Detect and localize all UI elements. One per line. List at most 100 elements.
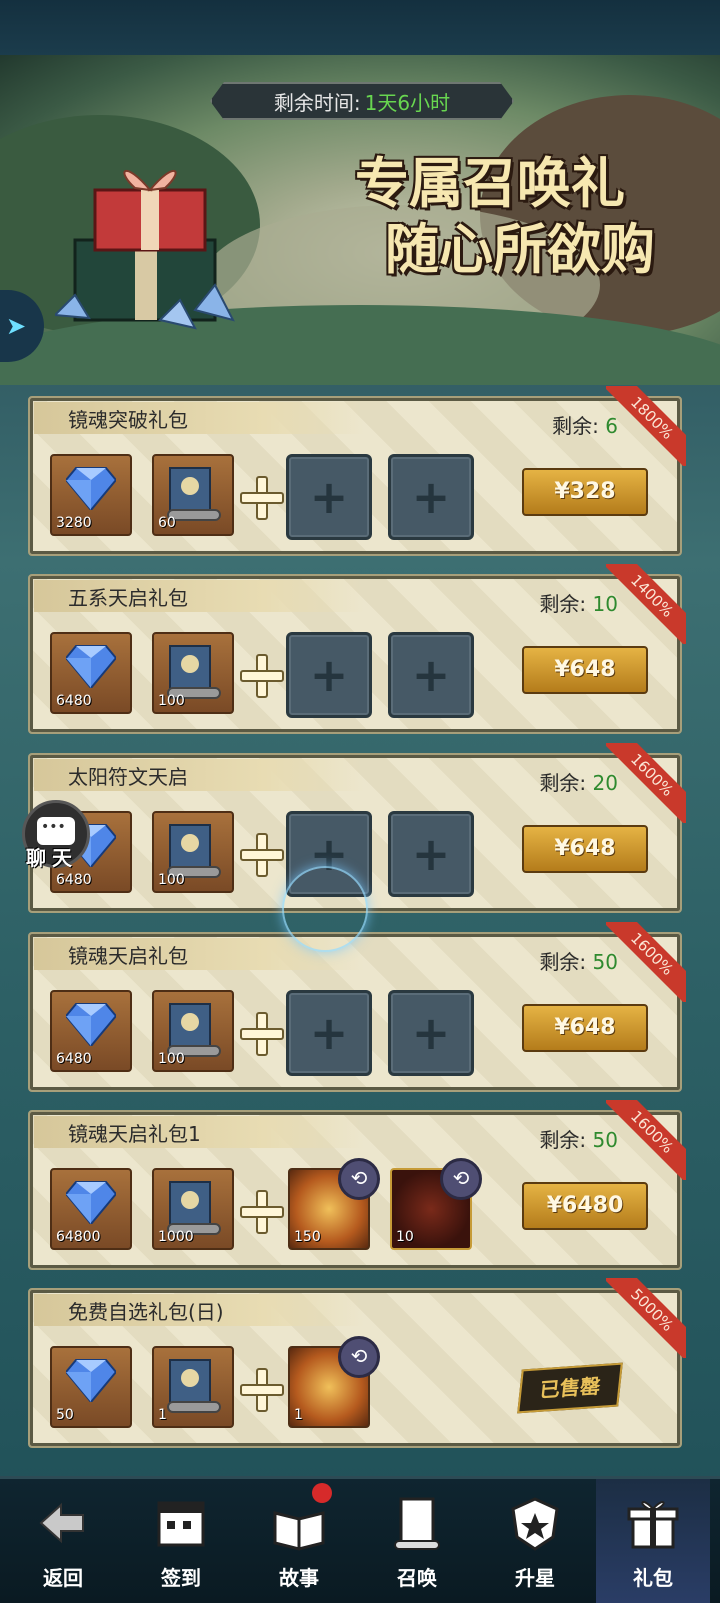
plus-icon bbox=[240, 1012, 284, 1056]
timer-label: 剩余时间: bbox=[273, 90, 361, 115]
chat-bubble-icon bbox=[37, 817, 75, 845]
nav-item-story[interactable]: 故事 bbox=[242, 1479, 356, 1603]
timer-value: 1天6小时 bbox=[364, 90, 451, 115]
sold-out-badge: 已售罄 bbox=[517, 1362, 623, 1414]
nav-item-upgrade[interactable]: 升星 bbox=[478, 1479, 592, 1603]
hero-item[interactable]: ⟲ 10 bbox=[390, 1158, 482, 1250]
touch-indicator bbox=[282, 866, 368, 952]
scroll-item[interactable]: 100 bbox=[152, 811, 234, 893]
pack-name: 镜魂突破礼包 bbox=[68, 408, 188, 432]
scroll-item[interactable]: 60 bbox=[152, 454, 234, 536]
price-button[interactable]: ¥648 bbox=[522, 1004, 648, 1052]
nav-label: 返回 bbox=[43, 1566, 83, 1590]
bonus-ribbon: 5000% bbox=[606, 1278, 686, 1358]
plus-icon bbox=[240, 654, 284, 698]
diamond-item[interactable]: 50 bbox=[50, 1346, 132, 1428]
item-count: 100 bbox=[158, 693, 185, 709]
nav-label: 礼包 bbox=[633, 1566, 673, 1590]
remain-label: 剩余: bbox=[552, 414, 599, 438]
scroll-item[interactable]: 100 bbox=[152, 632, 234, 714]
banner-title: 专属召唤礼 随心所欲购 bbox=[290, 150, 690, 282]
item-count: 64800 bbox=[56, 1229, 101, 1245]
price-button[interactable]: ¥648 bbox=[522, 646, 648, 694]
select-slot[interactable]: + bbox=[388, 811, 474, 897]
add-icon: + bbox=[309, 648, 349, 702]
remain-label: 剩余: bbox=[539, 950, 587, 974]
remain-label: 剩余: bbox=[539, 592, 587, 616]
item-count: 6480 bbox=[56, 693, 92, 709]
diamond-item[interactable]: 3280 bbox=[50, 454, 132, 536]
hero-item[interactable]: ⟲ 1 bbox=[288, 1336, 380, 1428]
expand-arrow-icon: ➤ bbox=[6, 312, 27, 340]
add-icon: + bbox=[309, 1006, 349, 1060]
bonus-percent: 1400% bbox=[606, 564, 686, 644]
nav-item-back[interactable]: 返回 bbox=[6, 1479, 120, 1603]
price-button[interactable]: ¥328 bbox=[522, 468, 648, 516]
scroll-item[interactable]: 1 bbox=[152, 1346, 234, 1428]
bonus-percent: 5000% bbox=[606, 1278, 686, 1358]
item-count: 100 bbox=[158, 1051, 185, 1067]
top-frame bbox=[0, 0, 720, 60]
price-button[interactable]: ¥6480 bbox=[522, 1182, 648, 1230]
bonus-ribbon: 1600% bbox=[606, 1100, 686, 1180]
bonus-percent: 1800% bbox=[606, 386, 686, 466]
notification-dot bbox=[312, 1483, 332, 1503]
scroll-item[interactable]: 1000 bbox=[152, 1168, 234, 1250]
bottom-nav: 返回 签到 故事 召唤 升星 礼包 bbox=[0, 1476, 720, 1603]
swap-icon[interactable]: ⟲ bbox=[338, 1158, 380, 1200]
add-icon: + bbox=[411, 470, 451, 524]
countdown-timer: 剩余时间: 1天6小时 bbox=[210, 82, 514, 120]
chat-label: 聊天 bbox=[26, 846, 78, 870]
nav-label: 故事 bbox=[279, 1566, 319, 1590]
banner-title-line1: 专属召唤礼 bbox=[355, 151, 625, 215]
banner-title-line2: 随心所欲购 bbox=[385, 217, 655, 281]
bonus-percent: 1600% bbox=[606, 1100, 686, 1180]
item-count: 10 bbox=[396, 1229, 414, 1245]
add-icon: + bbox=[411, 648, 451, 702]
add-icon: + bbox=[411, 1006, 451, 1060]
remain-label: 剩余: bbox=[539, 771, 587, 795]
scroll-item[interactable]: 100 bbox=[152, 990, 234, 1072]
pack-card: 镜魂天启礼包 剩余: 50 1600% 6480 100 + + ¥648 bbox=[28, 922, 686, 1092]
nav-item-checkin[interactable]: 签到 bbox=[124, 1479, 238, 1603]
add-icon: + bbox=[411, 827, 451, 881]
pack-name: 免费自选礼包(日) bbox=[68, 1300, 224, 1324]
item-count: 50 bbox=[56, 1407, 74, 1423]
item-count: 60 bbox=[158, 515, 176, 531]
nav-item-gift[interactable]: 礼包 bbox=[596, 1479, 710, 1603]
plus-icon bbox=[240, 833, 284, 877]
select-slot[interactable]: + bbox=[286, 990, 372, 1076]
pack-card: 镜魂突破礼包 剩余: 6 1800% 3280 60 + + ¥328 bbox=[28, 386, 686, 556]
hero-item[interactable]: ⟲ 150 bbox=[288, 1158, 380, 1250]
nav-label: 升星 bbox=[515, 1566, 555, 1590]
item-count: 6480 bbox=[56, 872, 92, 888]
bonus-percent: 1600% bbox=[606, 743, 686, 823]
pack-card: 镜魂天启礼包1 剩余: 50 1600% 64800 1000 ⟲ 150 ⟲ 10 ¥6480 bbox=[28, 1100, 686, 1270]
item-count: 1 bbox=[158, 1407, 167, 1423]
plus-icon bbox=[240, 1190, 284, 1234]
bonus-ribbon: 1600% bbox=[606, 743, 686, 823]
swap-icon[interactable]: ⟲ bbox=[440, 1158, 482, 1200]
price-button[interactable]: ¥648 bbox=[522, 825, 648, 873]
plus-icon bbox=[240, 1368, 284, 1412]
pack-name: 五系天启礼包 bbox=[68, 586, 188, 610]
pack-name: 太阳符文天启 bbox=[68, 765, 188, 789]
bonus-ribbon: 1600% bbox=[606, 922, 686, 1002]
pack-card: 免费自选礼包(日) 5000% 50 1 ⟲ 1 已售罄 bbox=[28, 1278, 686, 1448]
diamond-item[interactable]: 6480 bbox=[50, 632, 132, 714]
nav-item-summon[interactable]: 召唤 bbox=[360, 1479, 474, 1603]
diamond-item[interactable]: 6480 bbox=[50, 990, 132, 1072]
select-slot[interactable]: + bbox=[388, 454, 474, 540]
diamond-item[interactable]: 64800 bbox=[50, 1168, 132, 1250]
select-slot[interactable]: + bbox=[286, 632, 372, 718]
swap-icon[interactable]: ⟲ bbox=[338, 1336, 380, 1378]
bonus-ribbon: 1400% bbox=[606, 564, 686, 644]
item-count: 150 bbox=[294, 1229, 321, 1245]
plus-icon bbox=[240, 476, 284, 520]
select-slot[interactable]: + bbox=[388, 632, 474, 718]
select-slot[interactable]: + bbox=[286, 454, 372, 540]
select-slot[interactable]: + bbox=[388, 990, 474, 1076]
gift-box-illustration bbox=[55, 169, 235, 330]
item-count: 3280 bbox=[56, 515, 92, 531]
pack-name: 镜魂天启礼包 bbox=[68, 944, 188, 968]
